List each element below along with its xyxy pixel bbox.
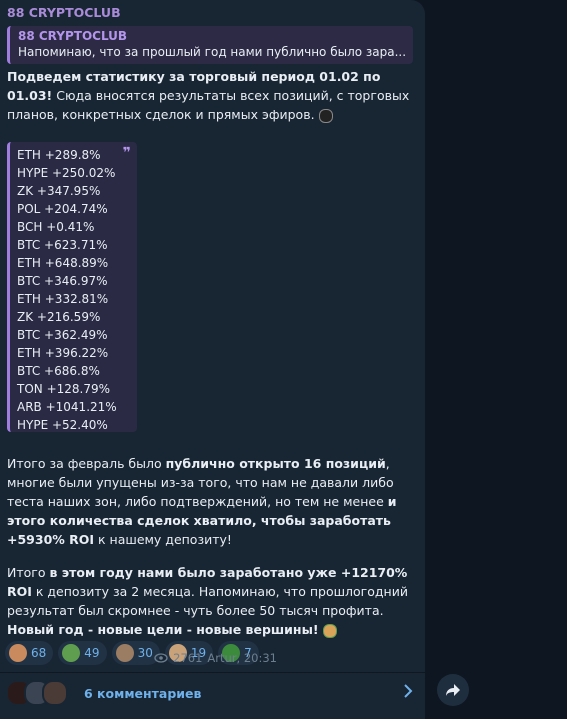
channel-name[interactable]: 88 CRYPTOCLUB — [7, 5, 121, 20]
comments-button[interactable]: 6 комментариев — [0, 673, 425, 713]
share-button[interactable] — [437, 674, 469, 706]
quote-icon: ❞ — [122, 145, 131, 161]
result-line: BCH +0.41% — [17, 220, 95, 234]
commenter-avatars — [6, 680, 68, 706]
rocket-emoji-icon — [322, 623, 337, 638]
para1-bold-1: публично открыто 16 позиций — [165, 456, 386, 471]
reply-text: Напоминаю, что за прошлый год нами публи… — [18, 45, 405, 59]
scrollbar[interactable] — [563, 0, 566, 719]
reaction-chip[interactable]: 30 — [111, 641, 160, 665]
intro-rest: Сюда вносятся результаты всех позиций, с… — [7, 88, 410, 122]
result-line: BTC +686.8% — [17, 364, 100, 378]
cool-face-emoji-icon — [115, 644, 134, 662]
emoji-icon — [318, 108, 333, 123]
reaction-count: 68 — [31, 646, 47, 660]
result-line: BTC +362.49% — [17, 328, 108, 342]
view-count: 2761 — [173, 651, 203, 665]
result-line: HYPE +52.40% — [17, 418, 108, 432]
message-bubble: 88 CRYPTOCLUB 88 CRYPTOCLUB Напоминаю, ч… — [0, 0, 425, 719]
face-emoji-icon — [9, 644, 27, 662]
para2-text-1: Итого — [7, 565, 50, 580]
reaction-chip[interactable]: 68 — [5, 641, 54, 665]
share-arrow-icon — [446, 684, 460, 696]
avatar — [42, 680, 68, 706]
para2-text-2: к депозиту за 2 месяца. Напоминаю, что п… — [7, 584, 408, 618]
para2-bold-2: Новый год - новые цели - новые вершины! — [7, 622, 319, 637]
comments-label: 6 комментариев — [84, 685, 202, 701]
author-time: Artur, 20:31 — [207, 651, 277, 665]
eye-icon — [154, 653, 168, 663]
reaction-count: 30 — [137, 646, 153, 660]
money-emoji-icon — [62, 644, 81, 662]
year-summary: Итого в этом году нами было заработано у… — [7, 563, 412, 639]
result-line: ETH +648.89% — [17, 256, 109, 270]
result-line: BTC +346.97% — [17, 274, 108, 288]
result-line: POL +204.74% — [17, 202, 108, 216]
result-line: TON +128.79% — [17, 382, 111, 396]
result-line: BTC +623.71% — [17, 238, 108, 252]
result-line: HYPE +250.02% — [17, 166, 116, 180]
result-line: ZK +347.95% — [17, 184, 101, 198]
chevron-right-icon — [404, 684, 413, 698]
intro-text: Подведем статистику за торговый период 0… — [7, 67, 412, 124]
result-line: ETH +396.22% — [17, 346, 109, 360]
reply-preview[interactable]: 88 CRYPTOCLUB Напоминаю, что за прошлый … — [7, 26, 413, 64]
para1-text-3: к нашему депозиту! — [94, 532, 232, 547]
reaction-chip[interactable]: 49 — [58, 641, 107, 665]
results-quote: ❞ ETH +289.8% HYPE +250.02% ZK +347.95% POL… — [7, 142, 137, 432]
results-list: ETH +289.8% HYPE +250.02% ZK +347.95% POL +… — [17, 146, 137, 434]
para1-text-1: Итого за февраль было — [7, 456, 166, 471]
result-line: ARB +1041.21% — [17, 400, 117, 414]
reply-author: 88 CRYPTOCLUB — [18, 29, 128, 43]
result-line: ZK +216.59% — [17, 310, 101, 324]
message-meta: 2761 Artur, 20:31 — [154, 651, 277, 665]
reaction-count: 49 — [84, 646, 100, 660]
result-line: ETH +332.81% — [17, 292, 109, 306]
february-summary: Итого за февраль было публично открыто 1… — [7, 454, 412, 549]
result-line: ETH +289.8% — [17, 148, 101, 162]
